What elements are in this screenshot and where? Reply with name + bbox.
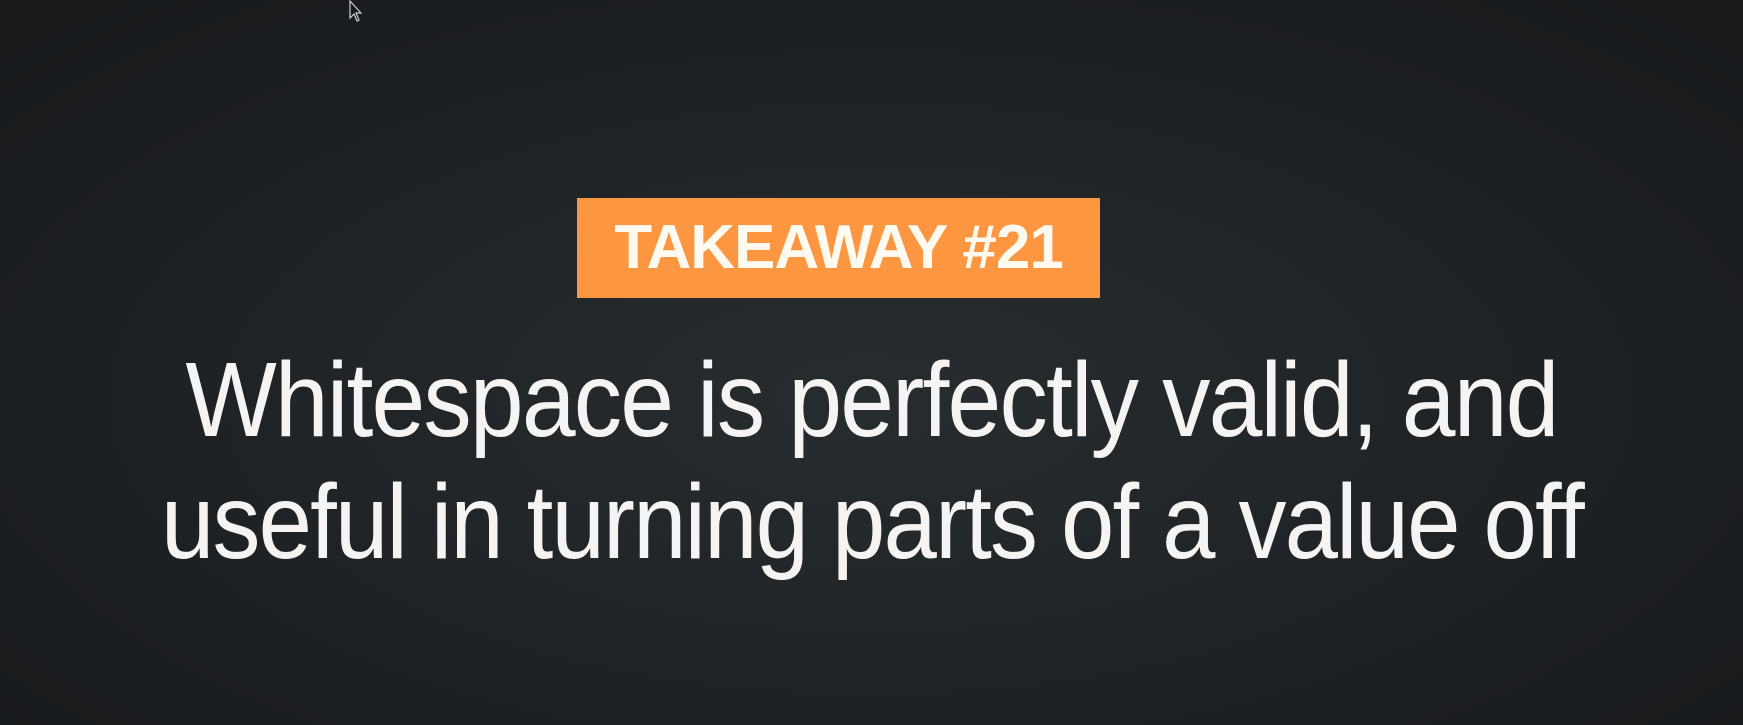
takeaway-badge: TAKEAWAY #21 (577, 198, 1100, 298)
slide-text-line-2: useful in turning parts of a value off (0, 469, 1743, 575)
slide-text: Whitespace is perfectly valid, and (185, 341, 1559, 459)
slide-text-line-1: Whitespace is perfectly valid, and (0, 347, 1743, 453)
mouse-pointer-icon (349, 0, 363, 22)
takeaway-label: TAKEAWAY #21 (614, 213, 1064, 282)
slide-text: useful in turning parts of a value off (160, 463, 1585, 581)
